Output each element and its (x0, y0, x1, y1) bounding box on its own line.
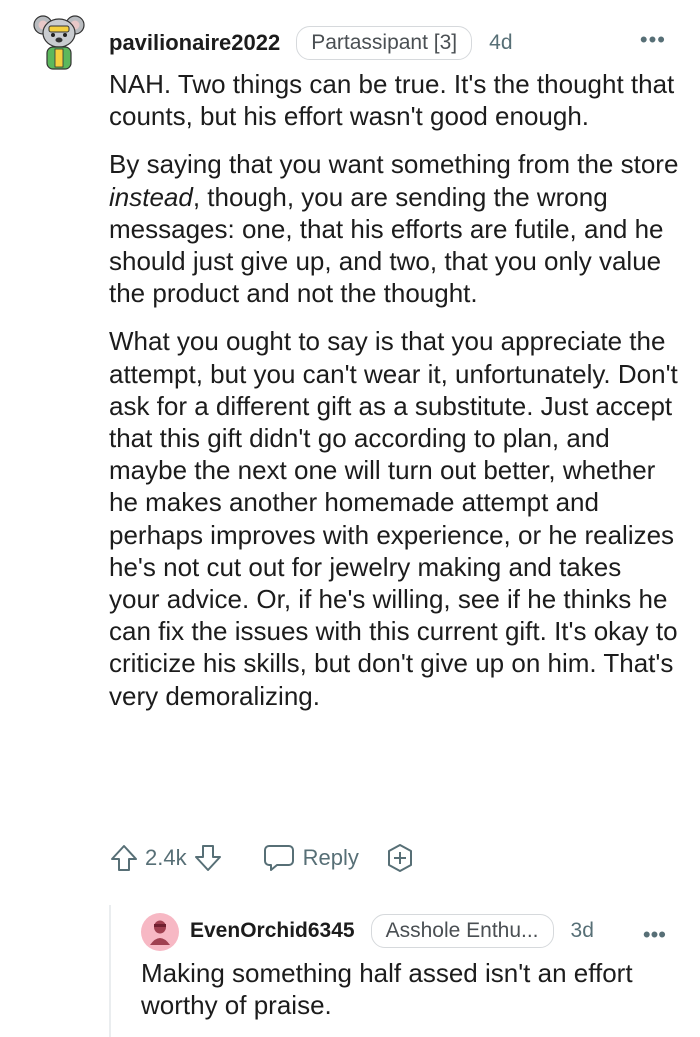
upvote-arrow-icon (111, 845, 137, 871)
reply-username[interactable]: EvenOrchid6345 (190, 919, 355, 943)
reply-button[interactable]: Reply (263, 843, 359, 873)
comment-timestamp[interactable]: 4d (489, 31, 512, 55)
comment-action-bar: 2.4k Reply (109, 838, 415, 878)
more-horizontal-icon: ••• (639, 27, 666, 52)
award-plus-icon (387, 844, 412, 872)
more-horizontal-icon: ••• (642, 922, 666, 947)
comment-body: NAH. Two things can be true. It's the th… (109, 68, 679, 728)
emphasis-text: instead (109, 181, 193, 212)
paragraph-text: , though, you are sending the wrong mess… (109, 181, 664, 309)
reply-body: Making something half assed isn't an eff… (141, 958, 633, 1021)
koala-avatar-icon[interactable] (33, 13, 85, 75)
more-options-button[interactable]: ••• (640, 27, 666, 53)
paragraph-text: By saying that you want something from t… (109, 149, 679, 180)
user-flair: Partassipant [3] (296, 26, 473, 60)
comment-username[interactable]: pavilionaire2022 (109, 30, 280, 56)
comment-paragraph: NAH. Two things can be true. It's the th… (109, 69, 675, 132)
user-avatar-icon[interactable] (141, 913, 179, 951)
reply-timestamp[interactable]: 3d (571, 919, 594, 943)
user-flair: Asshole Enthu... (370, 914, 554, 948)
more-options-button[interactable]: ••• (643, 922, 666, 948)
downvote-arrow-icon (194, 845, 221, 871)
comment-paragraph: By saying that you want something from t… (109, 148, 679, 309)
award-button[interactable] (385, 843, 415, 873)
comment-header: pavilionaire2022 Partassipant [3] 4d (109, 24, 513, 62)
comment-paragraph: What you ought to say is that you apprec… (109, 326, 678, 711)
reply-label: Reply (302, 845, 359, 870)
downvote-button[interactable] (193, 843, 223, 873)
thread-line[interactable] (109, 905, 111, 1037)
upvote-button[interactable] (109, 843, 139, 873)
speech-bubble-icon (263, 845, 294, 871)
vote-score: 2.4k (145, 845, 187, 870)
reply-header: EvenOrchid6345 Asshole Enthu... 3d (190, 912, 594, 950)
